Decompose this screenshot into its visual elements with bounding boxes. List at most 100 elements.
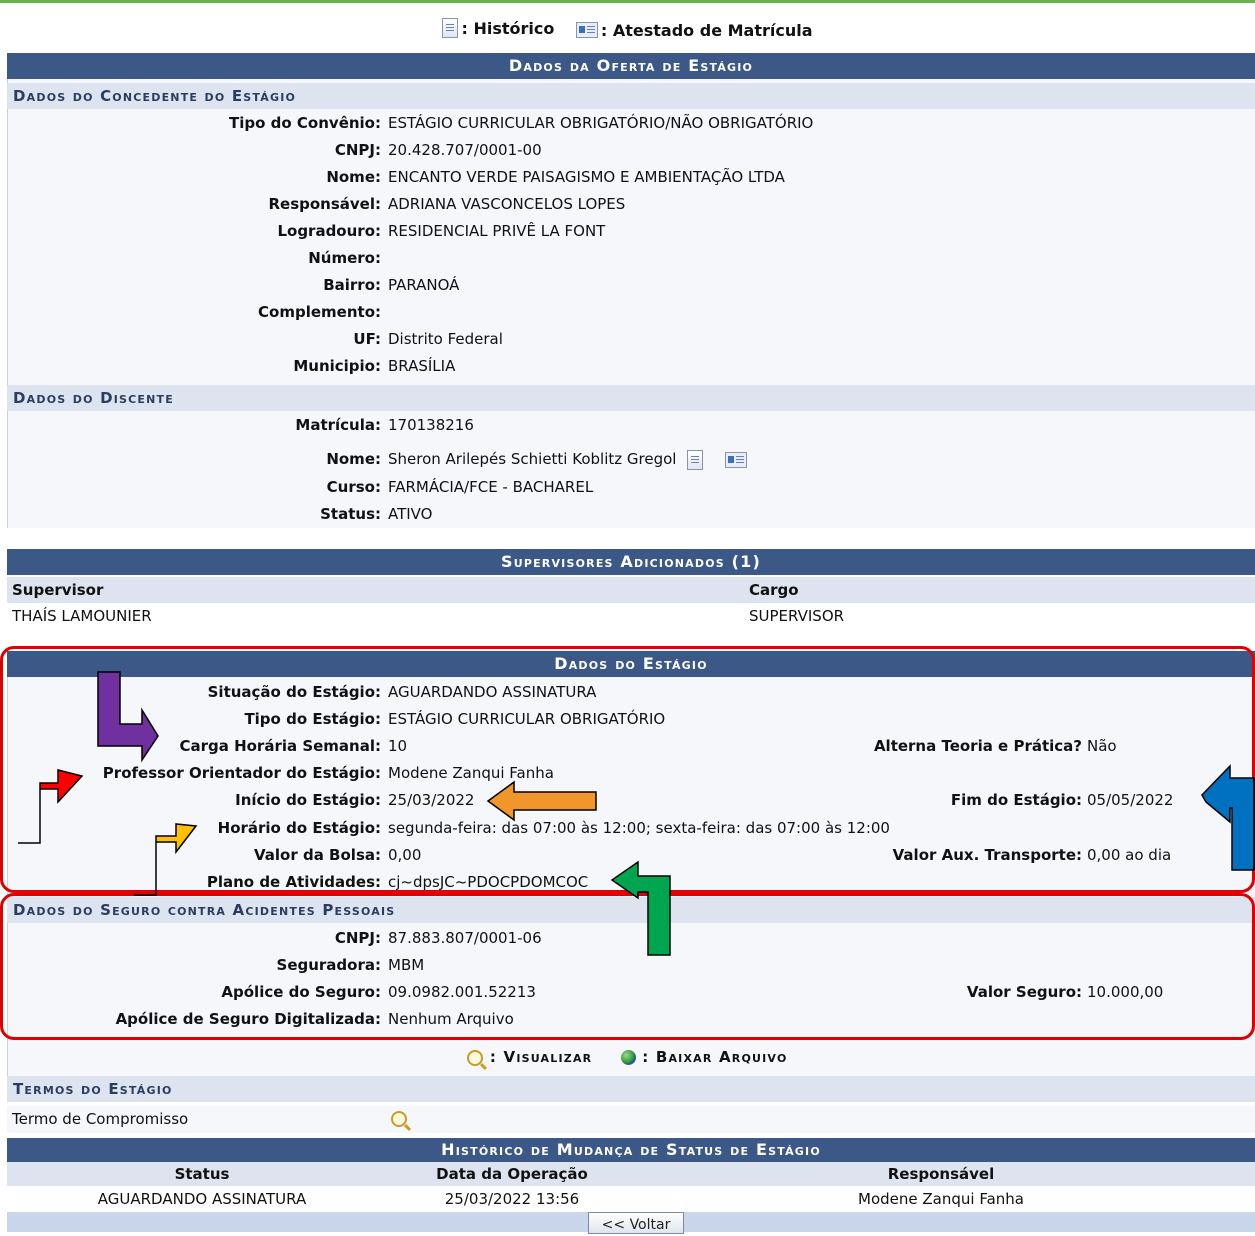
- icon-legend: : Histórico : Atestado de Matrícula: [0, 18, 1255, 44]
- icon-legend-2: : Visualizar : Baixar Arquivo: [0, 1044, 1255, 1071]
- field-label: Carga Horária Semanal:: [179, 737, 381, 755]
- discente-subheader: Dados do Discente: [7, 385, 1255, 411]
- col-supervisor: Supervisor: [12, 581, 104, 599]
- field-value: 20.428.707/0001-00: [388, 141, 542, 159]
- field-carga-horaria: Carga Horária Semanal: 10 Alterna Teoria …: [0, 733, 1255, 760]
- supervisores-header: Supervisores Adicionados (1): [7, 549, 1255, 575]
- field-value: AGUARDANDO ASSINATURA: [388, 683, 597, 701]
- field-value: BRASÍLIA: [388, 357, 456, 375]
- historico-header: Histórico de Mudança de Status de Estági…: [7, 1138, 1255, 1162]
- field-bolsa: Valor da Bolsa: 0,00 Valor Aux. Transport…: [0, 842, 1255, 869]
- field-label: Valor Aux. Transporte:: [892, 846, 1082, 864]
- field-value: Modene Zanqui Fanha: [388, 764, 554, 782]
- field-value: 170138216: [388, 416, 474, 434]
- field-uf: UF: Distrito Federal: [0, 326, 1255, 353]
- field-label: Situação do Estágio:: [207, 683, 381, 701]
- field-bairro: Bairro: PARANOÁ: [0, 272, 1255, 299]
- field-value: FARMÁCIA/FCE - BACHAREL: [388, 478, 594, 496]
- legend-atestado: : Atestado de Matrícula: [600, 20, 813, 40]
- field-value: 0,00: [388, 846, 422, 864]
- field-value: cj~dpsJC~PDOCPDOMCOC: [388, 873, 589, 891]
- field-value: ENCANTO VERDE PAISAGISMO E AMBIENTAÇÃO L…: [388, 168, 785, 186]
- legend-baixar: : Baixar Arquivo: [642, 1048, 788, 1066]
- field-label: CNPJ:: [334, 141, 381, 159]
- col-status: Status: [174, 1165, 230, 1183]
- atestado-icon[interactable]: [725, 451, 748, 468]
- field-value: MBM: [388, 956, 425, 974]
- termo-label: Termo de Compromisso: [12, 1110, 189, 1128]
- field-cnpj: CNPJ: 20.428.707/0001-00: [0, 137, 1255, 164]
- field-value: Não: [1087, 737, 1117, 755]
- field-professor: Professor Orientador do Estágio: Modene Z…: [0, 760, 1255, 787]
- supervisor-cargo: SUPERVISOR: [749, 607, 845, 625]
- nome-discente-wrap: Sheron Arilepés Schietti Koblitz Gregol: [388, 446, 750, 473]
- legend-historico: : Histórico: [461, 18, 555, 38]
- field-value: ATIVO: [388, 505, 433, 523]
- field-value: 09.0982.001.52213: [388, 983, 536, 1001]
- field-label: Nome:: [326, 450, 381, 468]
- field-value: ESTÁGIO CURRICULAR OBRIGATÓRIO: [388, 710, 666, 728]
- list-item: Termo de Compromisso: [7, 1106, 1255, 1133]
- field-value: ADRIANA VASCONCELOS LOPES: [388, 195, 626, 213]
- field-label: Número:: [308, 249, 381, 267]
- field-label: Municipio:: [293, 357, 381, 375]
- field-value: Distrito Federal: [388, 330, 503, 348]
- field-label: Bairro:: [323, 276, 381, 294]
- historico-icon[interactable]: [687, 449, 704, 470]
- estagio-header: Dados do Estágio: [7, 651, 1255, 677]
- field-numero: Número:: [0, 245, 1255, 272]
- table-row: AGUARDANDO ASSINATURA 25/03/2022 13:56 M…: [7, 1186, 1255, 1212]
- download-globe-icon: [620, 1050, 636, 1065]
- field-label: Matrícula:: [295, 416, 381, 434]
- termos-subheader: Termos do Estágio: [7, 1076, 1255, 1102]
- field-apolice-digitalizada: Apólice de Seguro Digitalizada: Nenhum Ar…: [0, 1006, 1255, 1033]
- voltar-button[interactable]: << Voltar: [588, 1212, 684, 1234]
- col-responsavel: Responsável: [887, 1165, 995, 1183]
- field-plano: Plano de Atividades: cj~dpsJC~PDOCPDOMCOC: [0, 869, 1255, 896]
- atestado-icon: [575, 22, 598, 38]
- field-value: 05/05/2022: [1087, 791, 1174, 809]
- oferta-header: Dados da Oferta de Estágio: [7, 53, 1255, 79]
- field-label: Alterna Teoria e Prática?: [873, 737, 1082, 755]
- field-horario: Horário do Estágio: segunda-feira: das 07…: [0, 815, 1255, 842]
- legend-visualizar: : Visualizar: [489, 1048, 593, 1066]
- field-label: UF:: [353, 330, 381, 348]
- field-label: Valor Seguro:: [966, 983, 1082, 1001]
- field-label: Responsável:: [268, 195, 381, 213]
- field-label: Seguradora:: [276, 956, 381, 974]
- field-nome-concedente: Nome: ENCANTO VERDE PAISAGISMO E AMBIENTA…: [0, 164, 1255, 191]
- historico-status: AGUARDANDO ASSINATURA: [97, 1190, 307, 1208]
- field-matricula: Matrícula: 170138216: [0, 412, 1255, 439]
- field-seguradora: Seguradora: MBM: [0, 952, 1255, 979]
- field-value: ESTÁGIO CURRICULAR OBRIGATÓRIO/NÃO OBRIG…: [388, 114, 814, 132]
- field-label: Status:: [320, 505, 381, 523]
- field-situacao: Situação do Estágio: AGUARDANDO ASSINATUR…: [0, 679, 1255, 706]
- seguro-subheader: Dados do Seguro contra Acidentes Pessoai…: [7, 897, 1255, 923]
- field-value: PARANOÁ: [388, 276, 460, 294]
- field-value: Sheron Arilepés Schietti Koblitz Gregol: [388, 450, 677, 468]
- field-apolice: Apólice do Seguro: 09.0982.001.52213 Valo…: [0, 979, 1255, 1006]
- col-data: Data da Operação: [436, 1165, 588, 1183]
- field-label: Nome:: [326, 168, 381, 186]
- field-label: Logradouro:: [277, 222, 381, 240]
- field-value: 10.000,00: [1087, 983, 1164, 1001]
- supervisor-name: THAÍS LAMOUNIER: [12, 607, 152, 625]
- view-termo-icon[interactable]: [391, 1111, 407, 1127]
- col-cargo: Cargo: [749, 581, 799, 599]
- field-tipo-estagio: Tipo do Estágio: ESTÁGIO CURRICULAR OBRIG…: [0, 706, 1255, 733]
- field-label: Início do Estágio:: [235, 791, 381, 809]
- field-value: Nenhum Arquivo: [388, 1010, 514, 1028]
- field-label: Valor da Bolsa:: [254, 846, 381, 864]
- field-label: Tipo do Estágio:: [244, 710, 381, 728]
- historico-data: 25/03/2022 13:56: [444, 1190, 580, 1208]
- field-label: Apólice de Seguro Digitalizada:: [115, 1010, 381, 1028]
- field-nome-discente: Nome: Sheron Arilepés Schietti Koblitz Gr…: [0, 446, 1255, 473]
- field-municipio: Municipio: BRASÍLIA: [0, 353, 1255, 380]
- field-tipo-convenio: Tipo do Convênio: ESTÁGIO CURRICULAR OBRI…: [0, 110, 1255, 137]
- concedente-subheader: Dados do Concedente do Estágio: [7, 83, 1255, 109]
- field-status: Status: ATIVO: [0, 501, 1255, 528]
- field-value: segunda-feira: das 07:00 às 12:00; sexta…: [388, 819, 890, 837]
- field-value: 0,00 ao dia: [1087, 846, 1172, 864]
- field-label: Tipo do Convênio:: [229, 114, 381, 132]
- supervisores-table-header: Supervisor Cargo: [7, 577, 1255, 603]
